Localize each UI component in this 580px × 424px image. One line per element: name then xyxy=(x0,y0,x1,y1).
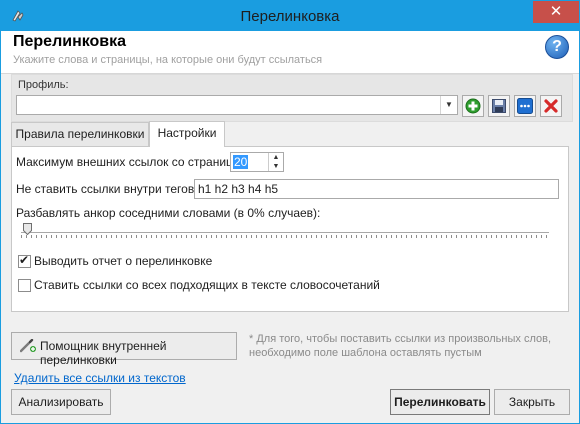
check-icon: ✔ xyxy=(19,253,30,267)
all-phrases-label: Ставить ссылки со всех подходящих в текс… xyxy=(34,278,380,292)
max-links-value[interactable]: 20 xyxy=(233,155,249,169)
window-title: Перелинковка xyxy=(240,8,340,25)
page-subtitle: Укажите слова и страницы, на которые они… xyxy=(13,54,323,66)
report-label: Выводить отчет о перелинковке xyxy=(34,254,213,268)
remove-all-links-link[interactable]: Удалить все ссылки из текстов xyxy=(14,371,186,385)
window-close-button[interactable]: ✕ xyxy=(533,1,579,23)
save-profile-button[interactable] xyxy=(488,95,510,117)
max-links-label: Максимум внешних ссылок со страницы: xyxy=(16,155,245,169)
linking-assistant-label: Помощник внутренней перелинковки xyxy=(40,339,167,367)
report-checkbox[interactable]: ✔ xyxy=(18,253,31,268)
plus-icon xyxy=(465,98,481,114)
max-links-stepper[interactable]: 20 ▲ ▼ xyxy=(230,152,284,172)
profile-options-button[interactable] xyxy=(514,95,536,117)
window: Перелинковка ✕ Перелинковка Укажите слов… xyxy=(0,0,580,424)
save-icon xyxy=(492,99,506,113)
profile-group: Профиль: ▼ xyxy=(11,74,573,122)
page-title: Перелинковка xyxy=(13,33,127,50)
wand-icon xyxy=(20,339,36,353)
profile-label: Профиль: xyxy=(18,79,69,91)
more-icon xyxy=(517,98,533,114)
dilute-anchor-label: Разбавлять анкор соседними словами (в 0%… xyxy=(16,206,321,220)
relink-button[interactable]: Перелинковать xyxy=(390,389,490,415)
dilute-slider-ticks xyxy=(21,235,549,238)
no-tags-input[interactable]: h1 h2 h3 h4 h5 xyxy=(194,179,559,199)
all-phrases-checkbox[interactable] xyxy=(18,279,31,292)
delete-icon xyxy=(544,99,558,113)
chevron-down-icon[interactable]: ▼ xyxy=(440,96,457,114)
settings-panel: Максимум внешних ссылок со страницы: 20 … xyxy=(11,146,569,312)
profile-select[interactable]: ▼ xyxy=(16,95,458,115)
analyze-button[interactable]: Анализировать xyxy=(11,389,111,415)
linking-assistant-button[interactable]: Помощник внутренней перелинковки xyxy=(11,332,237,367)
close-button[interactable]: Закрыть xyxy=(494,389,570,415)
dilute-slider-track[interactable] xyxy=(21,232,549,233)
help-icon[interactable]: ? xyxy=(545,35,569,59)
add-profile-button[interactable] xyxy=(462,95,484,117)
no-tags-label: Не ставить ссылки внутри тегов: xyxy=(16,182,198,196)
delete-profile-button[interactable] xyxy=(540,95,562,117)
tab-linking-rules[interactable]: Правила перелинковки xyxy=(11,122,149,146)
tab-settings[interactable]: Настройки xyxy=(149,121,225,147)
dilute-slider-thumb[interactable] xyxy=(23,223,32,235)
title-bar[interactable]: Перелинковка ✕ xyxy=(1,1,579,31)
stepper-arrows-icon[interactable]: ▲ ▼ xyxy=(268,153,283,171)
header: Перелинковка Укажите слова и страницы, н… xyxy=(1,31,579,74)
template-note: * Для того, чтобы поставить ссылки из пр… xyxy=(249,333,552,359)
